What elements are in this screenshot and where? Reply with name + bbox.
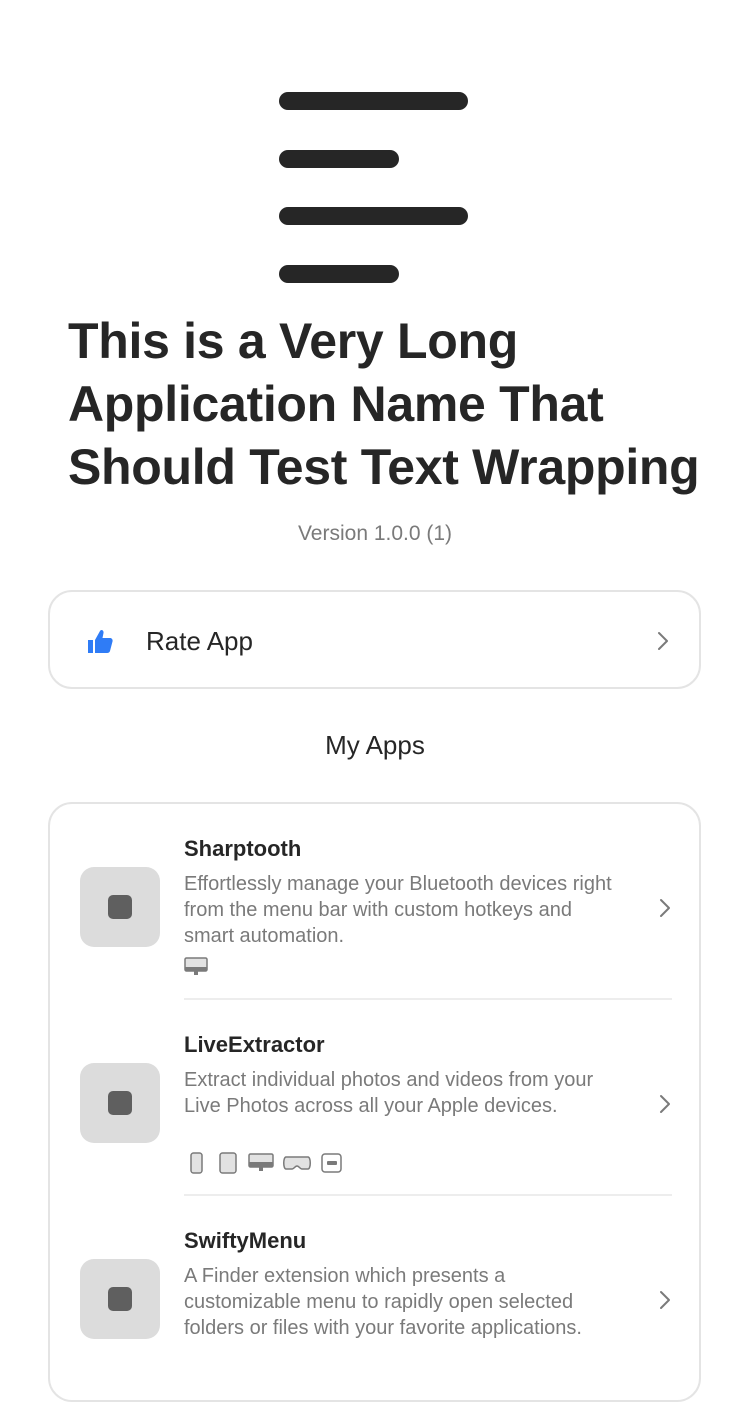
rate-app-label: Rate App (146, 626, 253, 656)
vision-pro-icon (283, 1156, 311, 1170)
logo-line (279, 150, 399, 168)
platform-icons (184, 1152, 344, 1174)
mac-icon (184, 957, 208, 975)
app-row-sharptooth[interactable]: Sharptooth Effortlessly manage your Blue… (50, 804, 699, 1000)
app-description: Extract individual photos and videos fro… (184, 1069, 594, 1117)
app-description: Effortlessly manage your Bluetooth devic… (184, 873, 612, 947)
my-apps-list: Sharptooth Effortlessly manage your Blue… (48, 802, 701, 1402)
rate-app-button[interactable]: Rate App (48, 590, 701, 689)
thumbs-up-icon (88, 629, 113, 653)
ipad-icon (219, 1152, 237, 1174)
platform-icons (184, 956, 208, 978)
app-row-swiftymenu[interactable]: SwiftyMenu A Finder extension which pres… (50, 1196, 699, 1392)
app-title: This is a Very Long Application Name Tha… (68, 313, 700, 495)
app-row-liveextractor[interactable]: LiveExtractor Extract individual photos … (50, 1000, 699, 1196)
app-logo-lines-icon (279, 90, 469, 286)
chevron-right-icon (658, 632, 668, 650)
app-description: A Finder extension which presents a cust… (184, 1265, 582, 1339)
app-name: SwiftyMenu (184, 1228, 307, 1253)
logo-line (279, 265, 399, 283)
version-label: Version 1.0.0 (1) (297, 522, 453, 545)
mac-icon (248, 1153, 274, 1171)
app-thumbnail (80, 1259, 160, 1339)
app-name: Sharptooth (184, 836, 302, 861)
logo-line (279, 92, 468, 110)
iphone-icon (190, 1152, 203, 1174)
chevron-right-icon (660, 899, 670, 917)
app-thumbnail (80, 867, 160, 947)
app-thumbnail (80, 1063, 160, 1143)
logo-line (279, 207, 468, 225)
app-name: LiveExtractor (184, 1032, 325, 1057)
chevron-right-icon (660, 1095, 670, 1113)
chevron-right-icon (660, 1291, 670, 1309)
my-apps-heading: My Apps (325, 730, 425, 760)
apple-tv-icon (321, 1153, 342, 1173)
